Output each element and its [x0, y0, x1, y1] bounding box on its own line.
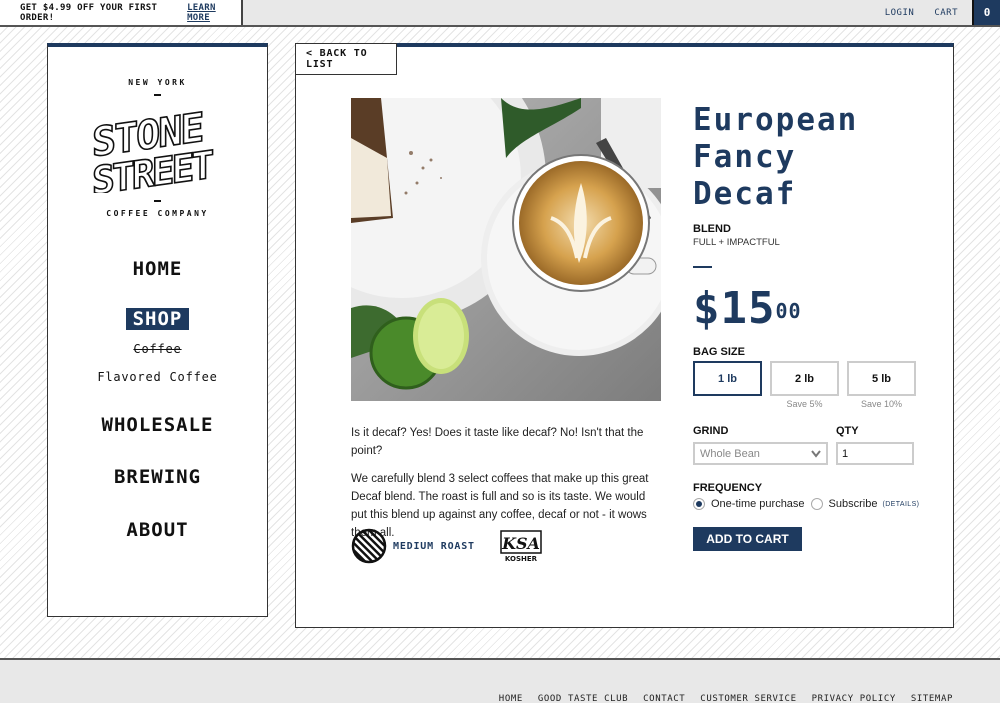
divider [693, 266, 712, 268]
nav-home[interactable]: HOME [48, 258, 267, 280]
product-badges: MEDIUM ROAST KSA KOSHER [351, 528, 543, 564]
price-cents: 00 [775, 299, 802, 323]
footer-link-customer-service[interactable]: CUSTOMER SERVICE [700, 694, 796, 703]
product-details: European Fancy Decaf BLEND FULL + IMPACT… [693, 102, 933, 551]
title-line: Fancy [693, 139, 797, 175]
logo-dash [154, 200, 161, 202]
title-line: Decaf [693, 176, 797, 212]
footer: HOME GOOD TASTE CLUB CONTACT CUSTOMER SE… [0, 658, 1000, 703]
frequency-label: FREQUENCY [693, 482, 763, 494]
brand-city: NEW YORK [128, 78, 187, 87]
size-note [693, 399, 762, 409]
kosher-icon: KSA KOSHER [500, 530, 542, 563]
login-link[interactable]: LOGIN [885, 8, 915, 18]
brand-logo[interactable]: STONE STREET [88, 103, 228, 193]
brand-subtitle: COFFEE COMPANY [106, 209, 209, 218]
logo-dash [154, 94, 161, 96]
radio-label[interactable]: One-time purchase [711, 498, 805, 510]
nav-wholesale[interactable]: WHOLESALE [48, 414, 267, 436]
frequency-options: One-time purchase Subscribe (DETAILS) [693, 498, 933, 510]
size-option-2lb[interactable]: 2 lb [770, 361, 839, 396]
title-line: European [693, 102, 859, 138]
back-to-list-button[interactable]: < BACK TO LIST [295, 43, 397, 75]
product-title: European Fancy Decaf [693, 102, 933, 213]
footer-links: HOME GOOD TASTE CLUB CONTACT CUSTOMER SE… [499, 694, 953, 703]
size-option-1lb[interactable]: 1 lb [693, 361, 762, 396]
grind-select[interactable]: Whole Bean [693, 442, 828, 465]
top-bar: GET $4.99 OFF YOUR FIRST ORDER! LEARN MOR… [0, 0, 1000, 27]
nav-flavored-coffee[interactable]: Flavored Coffee [48, 370, 267, 384]
grind-value: Whole Bean [700, 447, 760, 460]
sidebar: NEW YORK STONE STREET COFFEE COMPANY HOM… [47, 43, 268, 617]
chevron-down-icon [811, 449, 821, 458]
kosher-mark: KSA [501, 534, 540, 553]
product-tagline: FULL + IMPACTFUL [693, 237, 780, 248]
medium-roast-icon [351, 528, 387, 564]
footer-link-sitemap[interactable]: SITEMAP [911, 694, 953, 703]
size-note: Save 5% [786, 399, 823, 409]
cart-link[interactable]: CART [934, 8, 958, 18]
size-option-5lb[interactable]: 5 lb [847, 361, 916, 396]
product-type: BLEND [693, 223, 731, 235]
subscribe-details-link[interactable]: (DETAILS) [882, 501, 919, 508]
promo-banner: GET $4.99 OFF YOUR FIRST ORDER! LEARN MOR… [0, 0, 243, 25]
nav-about[interactable]: ABOUT [48, 519, 267, 541]
main-nav: HOME SHOP Coffee Flavored Coffee WHOLESA… [48, 258, 267, 541]
learn-more-link[interactable]: LEARN MORE [187, 3, 241, 23]
add-to-cart-button[interactable]: ADD TO CART [693, 527, 802, 551]
product-price: $1500 [693, 286, 933, 332]
footer-link-contact[interactable]: CONTACT [643, 694, 685, 703]
price-dollars: $15 [693, 283, 776, 334]
nav-coffee[interactable]: Coffee [48, 342, 267, 356]
bag-size-label: BAG SIZE [693, 346, 745, 358]
product-photo [351, 98, 661, 401]
footer-link-home[interactable]: HOME [499, 694, 523, 703]
bag-size-options: 1 lb 2 lb 5 lb [693, 361, 933, 396]
footer-link-privacy-policy[interactable]: PRIVACY POLICY [812, 694, 896, 703]
product-description: Is it decaf? Yes! Does it taste like dec… [351, 424, 656, 542]
nav-brewing[interactable]: BREWING [48, 466, 267, 488]
kosher-text: KOSHER [505, 555, 538, 563]
radio-subscribe[interactable] [810, 498, 823, 510]
promo-text: GET $4.99 OFF YOUR FIRST ORDER! [20, 2, 158, 23]
product-image [351, 98, 661, 401]
qty-input[interactable] [836, 442, 914, 465]
grind-label: GRIND [693, 425, 729, 437]
radio-label[interactable]: Subscribe [829, 498, 878, 510]
cart-count-badge[interactable]: 0 [972, 0, 1000, 25]
size-note: Save 10% [860, 399, 903, 409]
qty-label: QTY [836, 425, 859, 437]
nav-shop[interactable]: SHOP [125, 308, 190, 330]
footer-link-good-taste-club[interactable]: GOOD TASTE CLUB [538, 694, 628, 703]
product-card: < BACK TO LIST Is it decaf? Yes! Does it… [295, 43, 954, 628]
radio-one-time[interactable] [693, 498, 705, 510]
roast-label: MEDIUM ROAST [393, 540, 475, 552]
description-paragraph: Is it decaf? Yes! Does it taste like dec… [351, 427, 644, 457]
